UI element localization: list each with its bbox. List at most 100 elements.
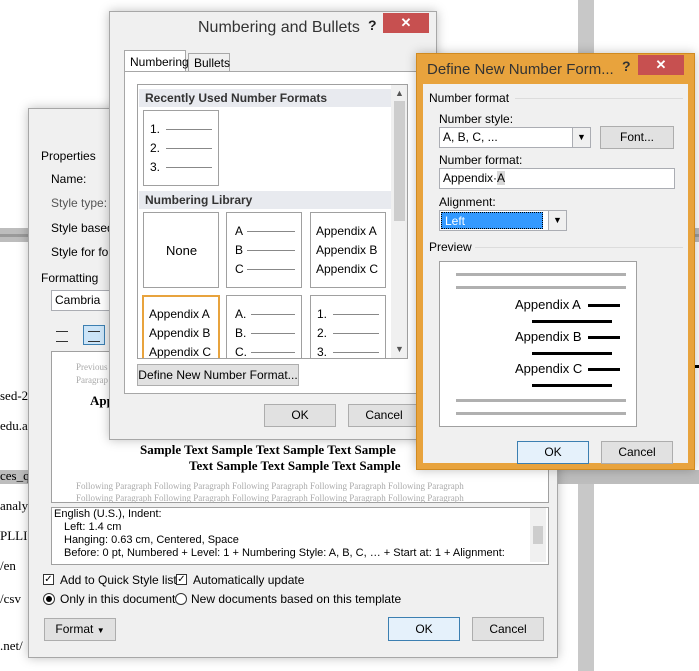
modify-style-cancel-button[interactable]: Cancel [472,617,544,641]
number-style-label-text: Number style: [439,112,514,126]
abc-line [247,269,295,270]
format-numbers[interactable]: 1. 2. 3. [310,295,386,359]
gallery-scrollbar[interactable]: ▲ ▼ [391,85,407,358]
define-format-cancel-button[interactable]: Cancel [601,441,673,464]
add-quick-style-checkbox[interactable]: ✓ [43,574,54,585]
tab-numbering[interactable]: Numbering [124,50,189,72]
chevron-down-icon[interactable]: ▼ [548,211,566,230]
appendix-item: Appendix A [149,307,210,321]
doc-fragment: ces_q [0,468,30,483]
number-style-value: A, B, C, ... [443,130,498,144]
abc-item: A [235,224,244,238]
define-new-number-format-button[interactable]: Define New Number Format... [137,364,299,386]
align-left-button[interactable] [51,325,73,345]
abc-item: C [235,262,244,276]
preview-item-bar [532,320,612,323]
abc-line [247,250,295,251]
numbering-gallery: Recently Used Number Formats 1. 2. 3. Nu… [137,84,408,359]
number-line [333,314,379,315]
doc-fragment: sed-2 [0,388,29,403]
description-line: Left: 1.4 cm [64,521,122,533]
preview-item-bar [532,384,612,387]
recent-format-item[interactable]: 1. 2. 3. [143,110,219,186]
description-scrollbar[interactable] [530,508,546,562]
define-number-format-dialog: Define New Number Form... ? ✕ Number for… [416,53,695,470]
add-quick-style-label: Add to Quick Style list [60,573,177,587]
appendix-item: Appendix A [316,224,377,238]
tab-bullets[interactable]: Bullets [188,53,230,71]
align-center-button[interactable] [83,325,105,345]
numbering-ok-button[interactable]: OK [264,404,336,427]
number-line [333,333,379,334]
alignment-label: Alignment: [439,195,496,209]
preview-sample-line: Text Sample Text Sample Text Sample [189,458,401,473]
format-none[interactable]: None [143,212,219,288]
abc-dot-line [251,314,295,315]
alignment-value: Left [441,212,543,229]
description-scroll-thumb[interactable] [533,526,543,544]
format-appendix-selected[interactable]: Appendix A Appendix B Appendix C [142,295,220,359]
group-separator [515,98,683,99]
align-center-icon [88,331,100,342]
formatting-label: Formatting [41,271,99,285]
style-following-label: Style for foll [51,245,114,259]
number-item: 3. [317,345,328,359]
close-icon[interactable]: ✕ [638,55,684,75]
auto-update-checkbox[interactable]: ✓ [176,574,187,585]
new-docs-template-radio[interactable] [175,593,187,605]
format-appendix[interactable]: Appendix A Appendix B Appendix C [310,212,386,288]
define-format-ok-button[interactable]: OK [517,441,589,464]
only-this-document-label: Only in this document [60,592,176,606]
doc-fragment: .net/ [0,638,23,653]
tab-bullets-label: Bullets [194,56,231,70]
number-format-input[interactable]: Appendix·A [439,168,675,189]
alignment-select[interactable]: Left ▼ [439,210,567,231]
doc-fragment: PLLI [0,528,28,543]
style-type-label: Style type: [51,196,108,210]
preview-item-bar [588,368,620,371]
preview-item-bar [588,304,620,307]
abc-dot-line [251,352,295,353]
format-button-label: Format [55,622,94,636]
scroll-down-icon[interactable]: ▼ [395,344,404,354]
numbering-cancel-button[interactable]: Cancel [348,404,420,427]
scroll-up-icon[interactable]: ▲ [395,88,404,98]
new-docs-template-label: New documents based on this template [191,592,402,606]
number-style-label: Number style: [439,112,513,126]
close-icon[interactable]: ✕ [383,13,429,33]
appendix-item: Appendix B [149,326,211,340]
preview-following: Following Paragraph Following Paragraph … [76,493,464,503]
style-based-label: Style based [51,221,114,235]
recent-item-number: 1. [150,122,161,136]
abc-item: B [235,243,244,257]
appendix-item: Appendix C [149,345,212,359]
chevron-down-icon[interactable]: ▼ [572,128,590,147]
numbering-bullets-dialog: Numbering and Bullets ? ✕ Numbering Bull… [109,11,437,440]
preview-gray-line [456,286,626,289]
preview-item-label: Appendix B [515,329,582,344]
modify-style-ok-button[interactable]: OK [388,617,460,641]
preview-sample-line: Sample Text Sample Text Sample Text Samp… [140,442,396,457]
help-icon[interactable]: ? [622,58,631,74]
help-icon[interactable]: ? [368,17,377,33]
format-abc[interactable]: A B C [226,212,302,288]
only-this-document-radio[interactable] [43,593,55,605]
preview-label: Preview [429,240,472,254]
abc-dot-item: B. [235,326,247,340]
numbering-bullets-title: Numbering and Bullets [198,19,360,36]
font-button[interactable]: Font... [600,126,674,149]
name-label: Name: [51,172,87,186]
number-style-select[interactable]: A, B, C, ... ▼ [439,127,591,148]
group-separator [475,247,683,248]
abc-dot-item: A. [235,307,247,321]
appendix-item: Appendix C [316,262,379,276]
auto-update-label: Automatically update [193,573,305,587]
format-abc-dot[interactable]: A. B. C. [226,295,302,358]
numbering-library-header: Numbering Library [139,191,391,209]
format-menu-button[interactable]: Format ▼ [44,618,116,641]
dropdown-arrow-icon: ▼ [96,626,105,635]
preview-item-label: Appendix A [515,297,581,312]
gallery-scroll-thumb[interactable] [394,101,405,221]
define-format-body: Number format Number style: A, B, C, ...… [423,84,688,464]
number-format-code: A [497,171,506,185]
